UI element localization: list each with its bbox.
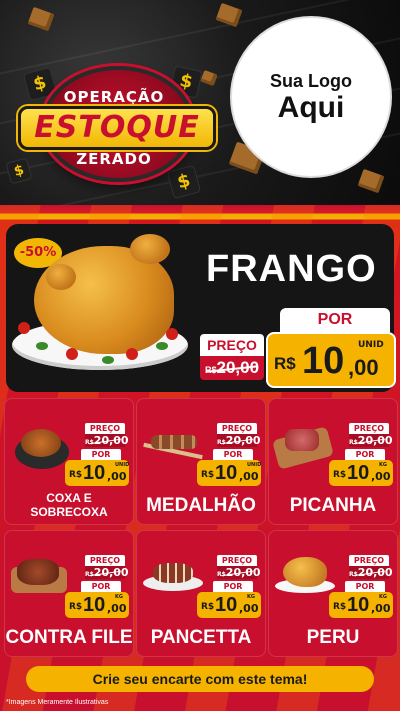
new-price: R$ 10,00 KG (329, 460, 393, 486)
product-name: PICANHA (289, 495, 377, 516)
footnote-text: *Imagens Meramente Ilustrativas (6, 699, 109, 706)
cardboard-box-icon (357, 168, 385, 194)
product-card: PREÇO R$20,00 POR R$ 10,00 KG PERU (268, 530, 398, 657)
product-card: PREÇO R$20,00 POR R$ 10,00 UNID MEDALHÃO (136, 398, 266, 525)
old-price: R$20,00 (85, 566, 129, 579)
hero-new-price: R$ 10 ,00 UNID (266, 332, 396, 388)
old-price: R$20,00 (349, 566, 393, 579)
por-label: POR (213, 581, 253, 592)
product-name: CONTRA FILE (5, 627, 133, 648)
flyer-page: $ $ $ $ OPERAÇÃO ESTOQUE ZERADO Sua Logo… (0, 0, 400, 711)
new-price: R$ 10,00 KG (329, 592, 393, 618)
logo-text-line2: Aqui (277, 90, 345, 124)
new-price: R$ 10,00 KG (65, 592, 129, 618)
product-name: COXA E SOBRECOXA (30, 491, 108, 519)
new-price: R$ 10,00 KG (197, 592, 261, 618)
product-card: PREÇO R$20,00 POR R$ 10,00 KG CONTRA FILE (4, 530, 134, 657)
old-price-label: PREÇO (349, 423, 389, 434)
hero-product-name: FRANGO (206, 248, 377, 290)
hero-por-label: POR (280, 308, 390, 332)
new-price: R$ 10,00 UNID (65, 460, 129, 486)
old-price: R$20,00 (85, 434, 129, 447)
product-card: PREÇO R$20,00 POR R$ 10,00 KG PANCETTA (136, 530, 266, 657)
old-price: R$20,00 (217, 434, 261, 447)
logo-text-line1: Sua Logo (270, 70, 352, 91)
old-price: R$20,00 (349, 434, 393, 447)
por-label: POR (81, 449, 121, 460)
cta-banner[interactable]: Crie seu encarte com este tema! (26, 666, 374, 692)
old-price-label: PREÇO (349, 555, 389, 566)
hero-old-price: R$20,00 (200, 356, 264, 380)
badge-bottom-text: ZERADO (76, 150, 152, 168)
old-price-label: PREÇO (217, 555, 257, 566)
product-name: PERU (306, 627, 360, 648)
header-banner: $ $ $ $ OPERAÇÃO ESTOQUE ZERADO Sua Logo… (0, 0, 400, 208)
operacao-estoque-zerado-badge: OPERAÇÃO ESTOQUE ZERADO (14, 62, 216, 182)
logo-placeholder: Sua Logo Aqui (230, 16, 392, 178)
product-name: MEDALHÃO (146, 495, 256, 516)
badge-top-text: OPERAÇÃO (63, 88, 165, 106)
por-label: POR (345, 581, 385, 592)
por-label: POR (345, 449, 385, 460)
old-price-label: PREÇO (217, 423, 257, 434)
product-card: PREÇO R$20,00 POR R$ 10,00 UNID COXA E SOBRECOX… (4, 398, 134, 525)
hero-old-price-label: PREÇO (200, 334, 264, 356)
product-card: PREÇO R$20,00 POR R$ 10,00 KG PICANHA (268, 398, 398, 525)
por-label: POR (213, 449, 253, 460)
por-label: POR (81, 581, 121, 592)
old-price-label: PREÇO (85, 555, 125, 566)
cardboard-box-icon (27, 6, 55, 32)
new-price: R$ 10,00 UNID (197, 460, 261, 486)
old-price: R$20,00 (217, 566, 261, 579)
badge-main-text: ESTOQUE (18, 106, 216, 150)
product-name: PANCETTA (150, 627, 252, 648)
old-price-label: PREÇO (85, 423, 125, 434)
